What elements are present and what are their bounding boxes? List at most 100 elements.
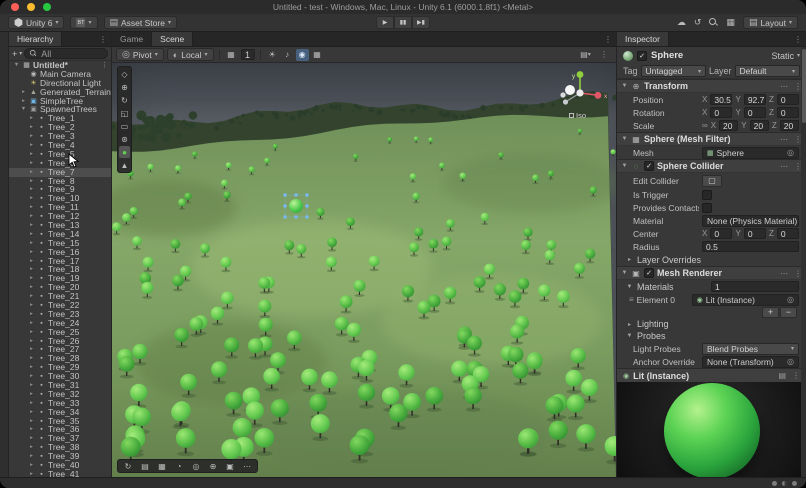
grid-icon[interactable]: ▦	[726, 17, 735, 28]
static-dropdown[interactable]: Static ▾	[771, 51, 800, 61]
hierarchy-item[interactable]: ▸▲Generated_Terrain	[9, 88, 111, 97]
hierarchy-item-tree[interactable]: ▸▪Tree_29	[9, 363, 111, 372]
layers-view-icon[interactable]: ▤	[137, 460, 153, 472]
expander-icon[interactable]: ▸	[28, 185, 35, 194]
status-icon[interactable]	[782, 481, 787, 486]
hierarchy-item-tree[interactable]: ▸▪Tree_32	[9, 390, 111, 399]
expander-icon[interactable]: ▸	[28, 123, 35, 132]
terrain-tool[interactable]: ▲	[119, 159, 130, 171]
radius-field[interactable]: 0.5	[702, 241, 799, 252]
step-button[interactable]: ▶▮	[412, 16, 430, 29]
mesh-object-field[interactable]: ▦ Sphere ◎	[702, 147, 799, 159]
hierarchy-item-tree[interactable]: ▸▪Tree_5	[9, 150, 111, 159]
preview-layers-icon[interactable]: ▤	[778, 371, 786, 380]
expander-icon[interactable]: ▸	[28, 363, 35, 372]
hierarchy-item-tree[interactable]: ▸▪Tree_17	[9, 257, 111, 266]
expander-icon[interactable]: ▸	[28, 310, 35, 319]
grid-toggle[interactable]: ▦	[311, 49, 324, 61]
mesh-renderer-component-header[interactable]: ▼ ▣ ✓ Mesh Renderer ⋯⋮	[617, 266, 806, 280]
center-y-field[interactable]: 0	[744, 228, 766, 239]
scale-tool[interactable]: ◱	[119, 107, 130, 119]
gizmos-dropdown[interactable]: ▤ ▾	[579, 49, 592, 61]
foldout-icon[interactable]: ▼	[621, 83, 628, 89]
view-more-icon[interactable]: ⋯	[239, 460, 255, 472]
layer-dropdown[interactable]: Default ▾	[735, 65, 800, 77]
rotation-z-field[interactable]: 0	[777, 107, 799, 118]
hierarchy-item-tree[interactable]: ▸▪Tree_12	[9, 212, 111, 221]
panel-menu-icon[interactable]: ⋮	[600, 35, 616, 44]
expander-icon[interactable]: ▸	[28, 177, 35, 186]
hierarchy-item-tree[interactable]: ▸▪Tree_30	[9, 372, 111, 381]
anchor-override-field[interactable]: None (Transform) ◎	[702, 356, 799, 368]
hierarchy-item-tree[interactable]: ▸▪Tree_11	[9, 203, 111, 212]
hierarchy-item[interactable]: ☀Directional Light	[9, 79, 111, 88]
account-menu[interactable]: BT ▾	[70, 16, 97, 29]
expander-icon[interactable]: ▸	[28, 461, 35, 470]
hierarchy-item-tree[interactable]: ▸▪Tree_26	[9, 337, 111, 346]
hierarchy-item-tree[interactable]: ▸▪Tree_41	[9, 470, 111, 477]
transform-component-header[interactable]: ▼ ⊕ Transform ⋯⋮	[617, 79, 806, 93]
expander-icon[interactable]: ▸	[28, 239, 35, 248]
hierarchy-item-tree[interactable]: ▸▪Tree_39	[9, 452, 111, 461]
hierarchy-item-tree[interactable]: ▸▪Tree_34	[9, 408, 111, 417]
expander-icon[interactable]: ▸	[28, 301, 35, 310]
hierarchy-item[interactable]: ◉Main Camera	[9, 70, 111, 79]
expander-icon[interactable]: ▸	[28, 292, 35, 301]
more-icon[interactable]: ⋮	[101, 61, 111, 70]
pivot-mode-dropdown[interactable]: ◎ Pivot ▾	[116, 48, 164, 61]
material-object-field[interactable]: ◉ Lit (Instance) ◎	[692, 294, 799, 306]
scale-x-field[interactable]: 20	[719, 120, 738, 131]
hierarchy-item-tree[interactable]: ▸▪Tree_40	[9, 461, 111, 470]
hierarchy-item-tree[interactable]: ▸▪Tree_28	[9, 354, 111, 363]
shading-mode-icon[interactable]: ◔	[171, 460, 187, 472]
expander-icon[interactable]: ▸	[28, 319, 35, 328]
hierarchy-item-tree[interactable]: ▸▪Tree_27	[9, 346, 111, 355]
expander-icon[interactable]: ▸	[28, 150, 35, 159]
orbit-camera-icon[interactable]: ↻	[120, 460, 136, 472]
collider-enabled-checkbox[interactable]: ✓	[644, 161, 654, 171]
object-picker-icon[interactable]: ◎	[787, 295, 794, 304]
mesh-filter-component-header[interactable]: ▼ ▦ Sphere (Mesh Filter) ⋯⋮	[617, 132, 806, 146]
position-x-field[interactable]: 30.5	[710, 94, 732, 105]
foldout-icon[interactable]: ▼	[621, 163, 628, 169]
projection-label[interactable]: Iso	[569, 111, 586, 120]
materials-row[interactable]: ▼ Materials 1	[617, 280, 806, 293]
hierarchy-item-tree[interactable]: ▸▪Tree_16	[9, 248, 111, 257]
layout-menu[interactable]: ▤ Layout ▾	[743, 16, 798, 29]
center-x-field[interactable]: 0	[710, 228, 732, 239]
expander-icon[interactable]: ▸	[28, 194, 35, 203]
expander-icon[interactable]: ▸	[28, 114, 35, 123]
rotate-tool[interactable]: ↻	[119, 94, 130, 106]
tab-scene[interactable]: Scene	[152, 32, 193, 46]
search-icon[interactable]	[709, 18, 718, 27]
object-picker-icon[interactable]: ◎	[787, 148, 794, 157]
physics-material-field[interactable]: None (Physics Material) ◎	[702, 215, 799, 227]
foldout-icon[interactable]: ▼	[621, 136, 628, 142]
expander-icon[interactable]: ▸	[28, 345, 35, 354]
object-picker-icon[interactable]: ◎	[787, 357, 794, 366]
hierarchy-item-tree[interactable]: ▸▪Tree_2	[9, 123, 111, 132]
provides-contacts-checkbox[interactable]	[702, 203, 712, 213]
expander-icon[interactable]: ▸	[28, 168, 35, 177]
drag-handle-icon[interactable]: ≡	[629, 295, 634, 304]
hierarchy-scene-row[interactable]: ▼▦Untitled*⋮	[9, 61, 111, 70]
expander-icon[interactable]: ▸	[28, 434, 35, 443]
expander-icon[interactable]: ▸	[28, 408, 35, 417]
status-icon[interactable]	[772, 481, 777, 486]
expander-icon[interactable]: ▸	[28, 328, 35, 337]
status-icon[interactable]	[792, 481, 797, 486]
pause-button[interactable]: ▮▮	[394, 16, 412, 29]
tag-dropdown[interactable]: Untagged ▾	[641, 65, 706, 77]
frame-selected-icon[interactable]: ⊕	[205, 460, 221, 472]
hierarchy-item[interactable]: ▼▣SpawnedTrees	[9, 105, 111, 114]
camera-settings-icon[interactable]: ▣	[222, 460, 238, 472]
hierarchy-item-tree[interactable]: ▸▪Tree_21	[9, 292, 111, 301]
move-tool[interactable]: ⊕	[119, 81, 130, 93]
expander-icon[interactable]: ▸	[28, 212, 35, 221]
expander-icon[interactable]: ▸	[28, 257, 35, 266]
layer-overrides-row[interactable]: ▸ Layer Overrides	[617, 253, 806, 266]
hierarchy-item-tree[interactable]: ▸▪Tree_20	[9, 283, 111, 292]
tab-hierarchy[interactable]: Hierarchy	[9, 32, 62, 46]
expander-icon[interactable]: ▸	[28, 248, 35, 257]
materials-count-field[interactable]: 1	[711, 281, 799, 292]
